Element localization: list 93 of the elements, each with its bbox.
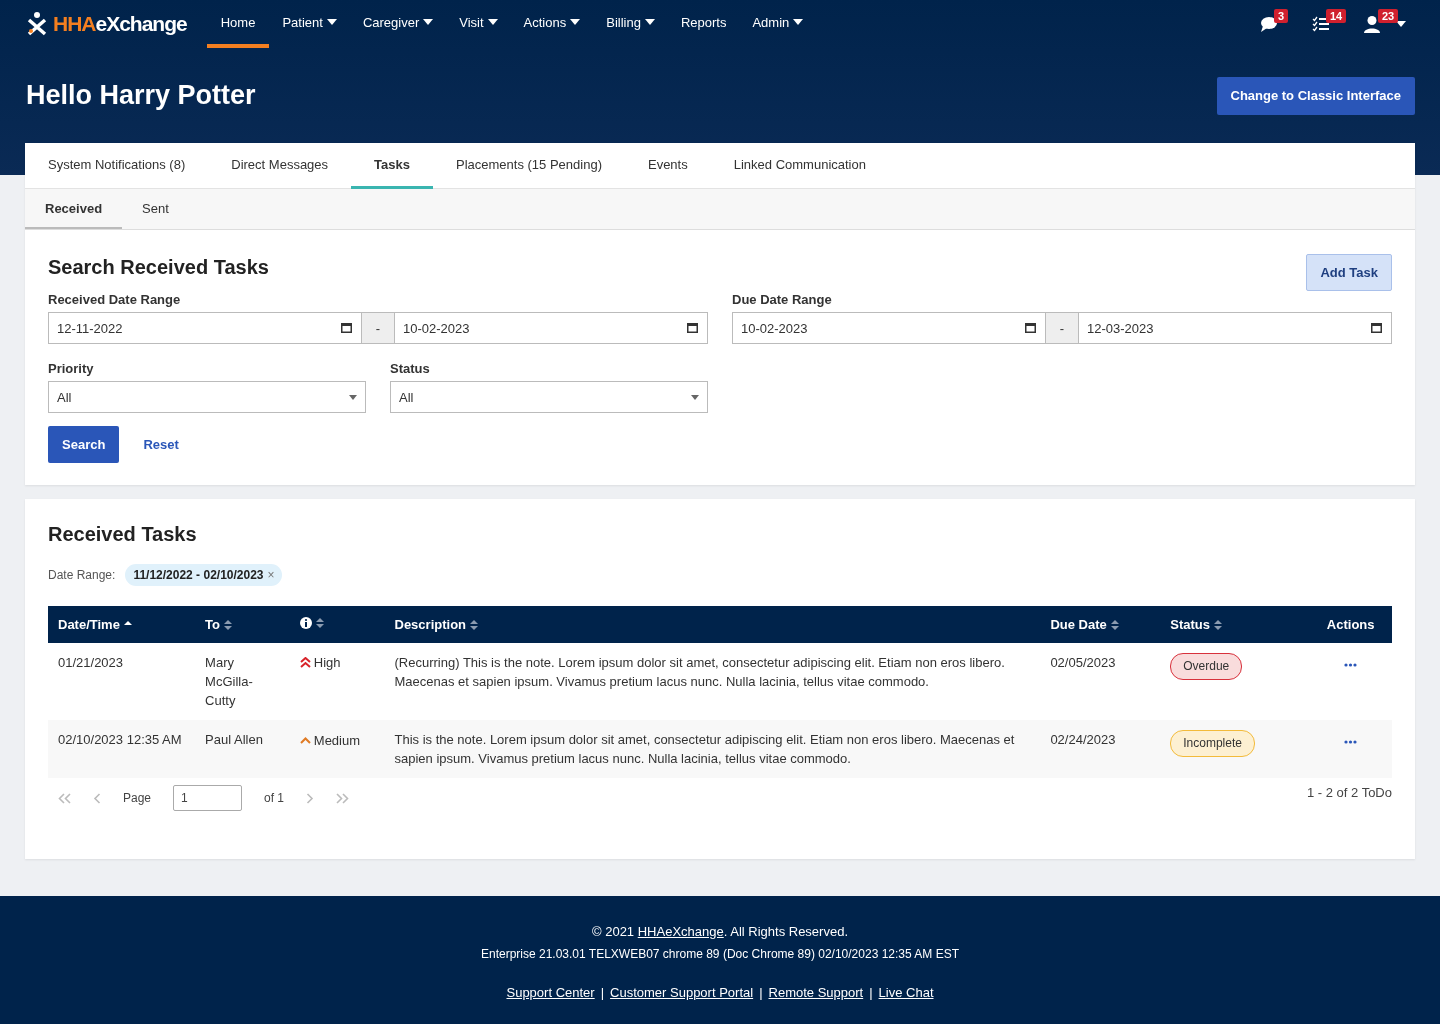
column-header[interactable]: Actions (1309, 606, 1392, 643)
nav-item[interactable]: Billing (593, 0, 668, 48)
recipient-cell: Mary McGilla-Cutty (195, 643, 290, 720)
sort-icon[interactable] (470, 619, 478, 630)
double-chevron-up-icon (299, 657, 311, 668)
page-label: Page (123, 791, 152, 805)
search-button[interactable]: Search (48, 426, 120, 463)
tab[interactable]: System Notifications (8) (25, 143, 209, 189)
column-header[interactable]: Due Date (1040, 606, 1161, 643)
column-header[interactable]: To (195, 606, 290, 643)
sort-icon[interactable] (224, 619, 232, 630)
description-cell: This is the note. Lorem ipsum dolor sit amet, consectetur adipiscing elit. Etiam non eros libero. Maecenas et sapien ipsum. Vivamus pretium lacus nunc. Nulla lacinia, tellus vitae commodo. (384, 720, 1041, 778)
reset-link[interactable]: Reset (143, 437, 179, 452)
count-badge: 14 (1326, 9, 1347, 23)
nav-item[interactable]: Actions (510, 0, 594, 48)
subtab[interactable]: Sent (122, 189, 189, 229)
greeting-title: Hello Harry Potter (26, 80, 256, 111)
calendar-icon[interactable] (341, 322, 352, 333)
logo-figure-icon (27, 12, 47, 36)
footer-link[interactable]: Live Chat (878, 985, 934, 1000)
date-field[interactable]: 12-03-2023 (1078, 312, 1392, 344)
nav-item[interactable]: Reports (667, 0, 740, 48)
caret-icon[interactable] (1396, 21, 1406, 27)
footer-link[interactable]: Customer Support Portal (610, 985, 754, 1000)
nav-item[interactable]: Home (206, 0, 270, 48)
due-date-cell: 02/24/2023 (1040, 720, 1161, 778)
link-separator: | (600, 985, 605, 1000)
select-field[interactable]: All (390, 381, 708, 413)
column-header[interactable]: Description (384, 606, 1041, 643)
page-count: of 1 (264, 791, 285, 805)
caret-icon (349, 394, 357, 400)
filter-chip[interactable]: 11/12/2022 - 02/10/2023 × (125, 564, 282, 586)
section-title: Received Tasks (48, 523, 198, 546)
priority-label: Medium (299, 731, 361, 750)
more-options-icon[interactable] (1344, 740, 1358, 744)
logo-text: HHAeXchange (53, 12, 187, 36)
range-separator: - (362, 312, 394, 344)
classic-interface-button[interactable]: Change to Classic Interface (1216, 76, 1415, 115)
status-badge: Overdue (1170, 653, 1243, 680)
sort-icon[interactable] (1110, 619, 1119, 630)
nav-item[interactable]: Visit (446, 0, 511, 48)
calendar-icon[interactable] (1025, 322, 1036, 333)
link-separator: | (759, 985, 763, 1000)
section-title: Search Received Tasks (48, 255, 269, 279)
tab[interactable]: Events (624, 143, 711, 189)
build-info: Enterprise 21.03.01 TELXWEB07 chrome 89 (Doc Chrome 89) 02/10/2023 12:35 AM EST (479, 947, 960, 961)
filter-label: Date Range: (48, 568, 116, 582)
date-cell: 01/21/2023 (48, 643, 196, 720)
date-field[interactable]: 10-02-2023 (394, 312, 708, 344)
field-label: Received Date Range (48, 292, 182, 307)
checklist-icon[interactable] (1312, 16, 1330, 32)
count-badge: 3 (1274, 9, 1289, 23)
calendar-icon[interactable] (687, 322, 698, 333)
field-label: Priority (48, 361, 95, 376)
nav-item[interactable]: Caregiver (349, 0, 447, 48)
description-cell: (Recurring) This is the note. Lorem ipsum dolor sit amet, consectetur adipiscing elit. Etiam non eros libero. Maecenas et sapien ipsum. Vivamus pretium lacus nunc. Nulla lacinia, tellus vitae commodo. (384, 643, 1041, 720)
link-separator: | (869, 985, 873, 1000)
subtab[interactable]: Received (25, 189, 123, 229)
field-label: Status (390, 361, 431, 376)
info-icon (299, 617, 312, 629)
count-badge: 23 (1378, 9, 1399, 23)
date-cell: 02/10/2023 12:35 AM (48, 720, 196, 778)
tab[interactable]: Linked Communication (710, 143, 889, 189)
page-input[interactable]: 1 (173, 785, 243, 811)
date-field[interactable]: 10-02-2023 (732, 312, 1046, 344)
user-icon[interactable] (1364, 15, 1380, 33)
column-header[interactable]: Status (1160, 606, 1310, 643)
recipient-cell: Paul Allen (195, 720, 290, 778)
column-header[interactable]: Date/Time (48, 606, 196, 643)
more-options-icon[interactable] (1344, 663, 1358, 667)
due-date-cell: 02/05/2023 (1040, 643, 1161, 720)
range-separator: - (1046, 312, 1078, 344)
results-summary: 1 - 2 of 2 ToDo (1306, 785, 1392, 800)
copyright-text: © 2021 HHAeXchange. All Rights Reserved. (591, 924, 849, 939)
tab[interactable]: Direct Messages (208, 143, 352, 189)
chat-bubble-icon[interactable] (1260, 16, 1278, 32)
sort-icon[interactable] (1214, 619, 1222, 630)
nav-item[interactable]: Patient (269, 0, 350, 48)
add-task-button[interactable]: Add Task (1306, 254, 1392, 291)
field-label: Due Date Range (732, 292, 833, 307)
nav-item[interactable]: Admin (739, 0, 817, 48)
date-field[interactable]: 12-11-2022 (48, 312, 362, 344)
sort-icon[interactable] (315, 618, 324, 628)
priority-label: High (299, 653, 341, 672)
status-badge: Incomplete (1170, 730, 1255, 757)
calendar-icon[interactable] (1371, 322, 1382, 333)
tab[interactable]: Placements (15 Pending) (433, 143, 625, 189)
caret-icon (691, 394, 699, 400)
footer-link[interactable]: Support Center (506, 985, 595, 1000)
company-link[interactable]: HHAeXchange (637, 924, 724, 939)
footer-link[interactable]: Remote Support (768, 985, 864, 1000)
select-field[interactable]: All (48, 381, 366, 413)
chevron-up-icon (299, 737, 311, 744)
